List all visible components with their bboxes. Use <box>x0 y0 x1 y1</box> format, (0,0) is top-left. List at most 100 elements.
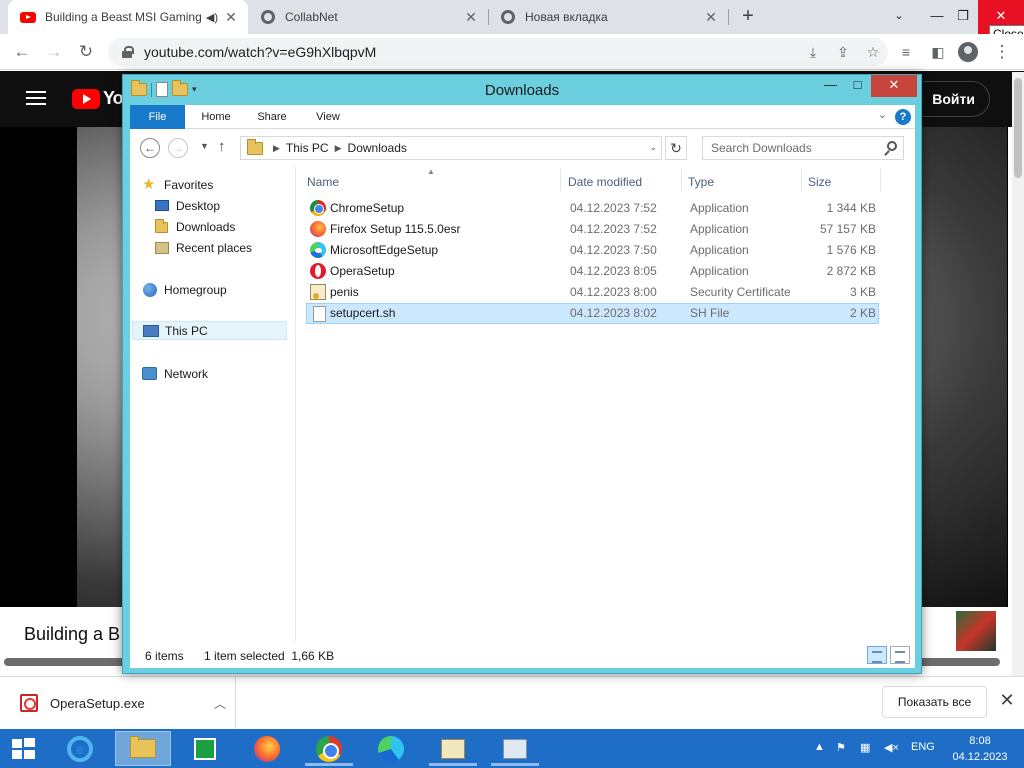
recent-locations-dropdown-icon[interactable]: ▼ <box>200 141 209 151</box>
breadcrumb-this-pc[interactable]: This PC <box>286 141 329 155</box>
explorer-close-button[interactable]: ✕ <box>871 75 917 97</box>
lock-icon[interactable] <box>122 46 134 58</box>
action-center-flag-icon[interactable]: ⚑ <box>836 741 846 754</box>
share-icon[interactable]: ⇪ <box>828 44 858 61</box>
details-view-icon[interactable] <box>867 646 887 664</box>
url-text[interactable]: youtube.com/watch?v=eG9hXlbqpvM <box>144 44 798 60</box>
tab-close-icon[interactable]: ✕ <box>222 9 240 26</box>
column-header-name[interactable]: Name <box>307 175 339 189</box>
address-dropdown-icon[interactable]: ⌄ <box>649 142 657 153</box>
network-tray-icon[interactable]: ▦ <box>860 741 870 754</box>
volume-muted-icon[interactable]: ◀× <box>884 741 899 754</box>
address-breadcrumb[interactable]: ▶ This PC ▶ Downloads ⌄ <box>240 136 662 160</box>
file-row[interactable]: ChromeSetup 04.12.2023 7:52 Application … <box>306 198 879 219</box>
search-box[interactable]: Search Downloads <box>702 136 904 160</box>
ribbon-tab-view[interactable]: View <box>302 105 354 129</box>
new-tab-button[interactable]: + <box>736 6 760 28</box>
explorer-minimize-button[interactable]: — <box>817 75 844 97</box>
close-shelf-icon[interactable]: ✕ <box>996 690 1018 711</box>
taskbar-edge[interactable] <box>363 731 419 766</box>
taskbar-file-explorer[interactable] <box>115 731 171 766</box>
page-scrollbar[interactable] <box>1012 72 1024 722</box>
youtube-logo[interactable]: Yo <box>72 88 124 109</box>
ribbon-tab-home[interactable]: Home <box>190 105 242 129</box>
new-folder-icon[interactable] <box>172 80 188 96</box>
ribbon-tab-file[interactable]: File <box>130 105 185 129</box>
nav-item-network[interactable]: Network <box>142 364 208 383</box>
nav-label: Favorites <box>164 177 214 192</box>
nav-item-favorites[interactable]: ★ Favorites <box>142 175 213 194</box>
channel-watermark[interactable] <box>956 611 996 651</box>
profile-avatar[interactable] <box>958 42 978 62</box>
input-language[interactable]: ENG <box>911 741 935 753</box>
column-header-date[interactable]: Date modified <box>568 175 642 189</box>
properties-icon[interactable] <box>156 82 168 97</box>
column-header-size[interactable]: Size <box>808 175 831 189</box>
install-icon[interactable]: ⤓ <box>798 44 828 61</box>
customize-dropdown-icon[interactable]: ▾ <box>192 84 197 95</box>
menu-icon[interactable]: ⋮ <box>990 40 1014 64</box>
download-item[interactable]: OperaSetup.exe ︿ <box>0 677 236 729</box>
tab-new-tab[interactable]: Новая вкладка ✕ <box>488 0 728 34</box>
forward-icon[interactable]: → <box>42 40 66 64</box>
reload-icon[interactable]: ↻ <box>74 40 98 64</box>
file-row[interactable]: penis 04.12.2023 8:00 Security Certifica… <box>306 282 879 303</box>
column-divider[interactable] <box>560 169 561 191</box>
back-arrow-icon[interactable]: ← <box>140 138 160 158</box>
windows-start-icon[interactable] <box>8 738 40 760</box>
taskbar-internet-explorer[interactable]: e <box>52 731 108 766</box>
restore-button[interactable]: ❐ <box>948 0 978 34</box>
breadcrumb-downloads[interactable]: Downloads <box>348 141 407 155</box>
show-all-button[interactable]: Показать все <box>882 686 987 718</box>
tab-youtube[interactable]: Building a Beast MSI Gaming ◀) ✕ <box>8 0 248 34</box>
taskbar-control-panel[interactable] <box>487 731 543 766</box>
large-icons-view-icon[interactable] <box>890 646 910 664</box>
file-row[interactable]: MicrosoftEdgeSetup 04.12.2023 7:50 Appli… <box>306 240 879 261</box>
help-icon[interactable]: ? <box>895 109 911 125</box>
media-controls-icon[interactable]: ≡ <box>894 40 918 64</box>
breadcrumb-chevron-icon[interactable]: ▶ <box>335 143 342 154</box>
taskbar-certificate[interactable] <box>425 731 481 766</box>
taskbar-store[interactable] <box>177 731 233 766</box>
nav-item-recent-places[interactable]: Recent places <box>154 238 252 257</box>
chevron-up-icon[interactable]: ︿ <box>205 695 235 712</box>
taskbar-chrome[interactable] <box>301 731 357 766</box>
speaker-icon[interactable]: ◀) <box>206 11 218 24</box>
nav-item-this-pc[interactable]: This PC <box>132 321 287 340</box>
nav-item-homegroup[interactable]: Homegroup <box>142 280 227 299</box>
file-row[interactable]: OperaSetup 04.12.2023 8:05 Application 2… <box>306 261 879 282</box>
search-icon[interactable] <box>887 141 897 151</box>
tab-search-icon[interactable]: ⌄ <box>884 0 914 34</box>
file-row[interactable]: Firefox Setup 115.5.0esr 04.12.2023 7:52… <box>306 219 879 240</box>
explorer-maximize-button[interactable]: □ <box>844 75 871 97</box>
explorer-title-bar[interactable]: Downloads ▾ — □ ✕ <box>123 75 921 105</box>
bookmark-star-icon[interactable]: ☆ <box>858 44 888 61</box>
nav-item-desktop[interactable]: Desktop <box>154 196 220 215</box>
taskbar-firefox[interactable] <box>239 731 295 766</box>
folder-icon[interactable] <box>131 80 147 96</box>
side-panel-icon[interactable]: ◧ <box>926 40 950 64</box>
tab-close-icon[interactable]: ✕ <box>462 9 480 26</box>
show-hidden-icons-icon[interactable]: ▲ <box>814 741 825 753</box>
column-header-type[interactable]: Type <box>688 175 714 189</box>
breadcrumb-chevron-icon[interactable]: ▶ <box>273 143 280 154</box>
explorer-window[interactable]: Downloads ▾ — □ ✕ File Home Share View ⌄… <box>122 74 922 674</box>
hamburger-menu-icon[interactable] <box>26 91 46 105</box>
column-divider[interactable] <box>801 169 802 191</box>
forward-arrow-icon[interactable]: → <box>168 138 188 158</box>
up-arrow-icon[interactable]: ↑ <box>218 138 226 155</box>
address-bar[interactable]: youtube.com/watch?v=eG9hXlbqpvM ⤓ ⇪ ☆ <box>108 38 888 66</box>
tab-collabnet[interactable]: CollabNet ✕ <box>248 0 488 34</box>
nav-item-downloads[interactable]: Downloads <box>154 217 235 236</box>
file-row-selected[interactable]: setupcert.sh 04.12.2023 8:02 SH File 2 K… <box>306 303 879 324</box>
tab-close-icon[interactable]: ✕ <box>702 9 720 26</box>
scrollbar-thumb[interactable] <box>1014 78 1022 178</box>
refresh-icon[interactable]: ↻ <box>665 136 687 160</box>
file-date: 04.12.2023 7:50 <box>570 243 657 257</box>
column-divider[interactable] <box>681 169 682 191</box>
back-icon[interactable]: ← <box>10 40 34 64</box>
column-divider[interactable] <box>880 169 881 191</box>
ribbon-tab-share[interactable]: Share <box>246 105 298 129</box>
expand-ribbon-icon[interactable]: ⌄ <box>878 108 887 121</box>
system-clock[interactable]: 8:08 04.12.2023 <box>944 733 1016 765</box>
